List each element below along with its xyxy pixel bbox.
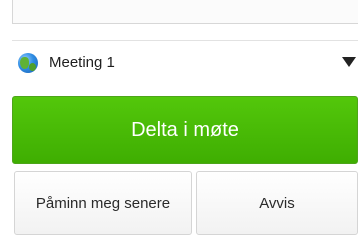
join-meeting-button[interactable]: Delta i møte [12, 96, 358, 164]
remind-later-button[interactable]: Påminn meg senere [14, 171, 192, 235]
dropdown-arrow-icon[interactable] [342, 57, 356, 67]
meeting-selector[interactable]: Meeting 1 [12, 40, 358, 84]
meeting-name: Meeting 1 [49, 54, 115, 71]
decline-button[interactable]: Avvis [196, 171, 358, 235]
globe-icon [18, 52, 38, 73]
top-frame [12, 0, 358, 24]
meeting-notification-panel: Meeting 1 Delta i møte Påminn meg senere… [0, 0, 358, 240]
